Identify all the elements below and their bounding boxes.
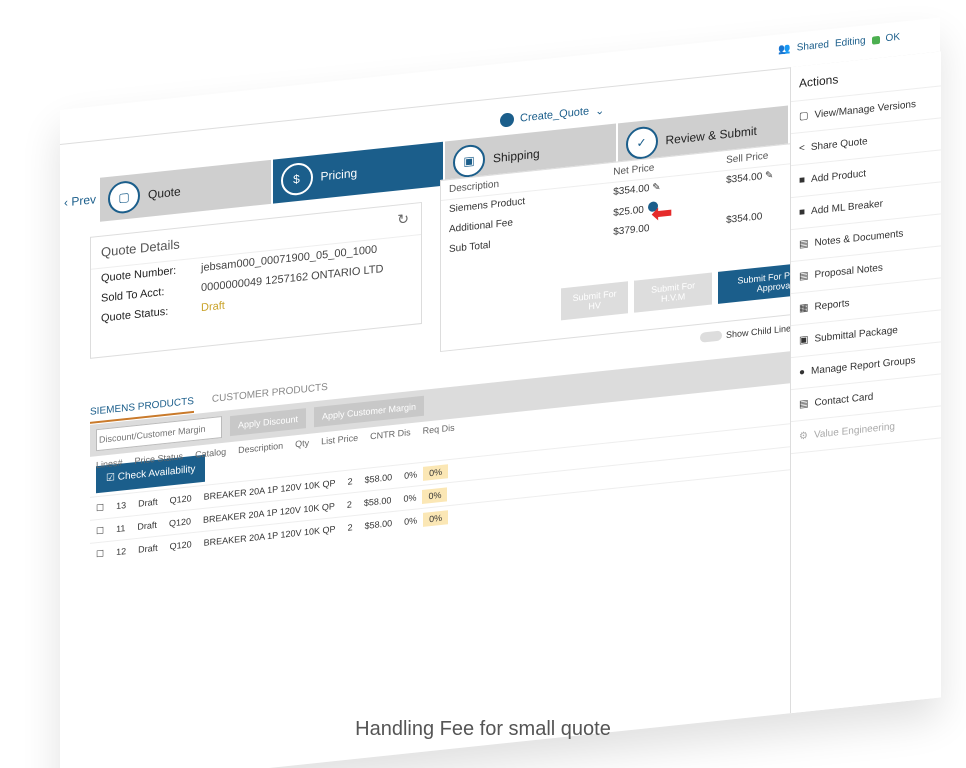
status-badge: OK xyxy=(885,31,900,45)
toggle-icon xyxy=(700,330,722,343)
col-qty: Qty xyxy=(295,437,310,450)
refresh-icon[interactable]: ↻ xyxy=(397,210,409,228)
req-dis[interactable]: 0% xyxy=(422,487,448,504)
price-status: Draft xyxy=(138,542,158,555)
notes-icon: ▤ xyxy=(799,270,809,283)
req-dis[interactable]: 0% xyxy=(423,510,449,527)
chevron-left-icon: ‹ xyxy=(64,195,68,210)
cntr-dis: 0% xyxy=(404,469,418,481)
prev-button[interactable]: ‹ Prev xyxy=(64,192,96,209)
col-cntr-dis: CNTR Dis xyxy=(370,427,411,442)
col-req-dis: Req Dis xyxy=(422,422,455,436)
row-checkbox[interactable]: ☐ xyxy=(90,545,110,562)
chevron-down-icon: ⌄ xyxy=(595,104,605,118)
qty: 2 xyxy=(347,522,353,533)
catalog: Q120 xyxy=(168,516,191,529)
edit-icon[interactable]: ✎ xyxy=(652,182,660,194)
apply-discount-button[interactable]: Apply Discount xyxy=(230,408,307,437)
add-icon: ■ xyxy=(799,174,806,187)
cntr-dis: 0% xyxy=(404,515,418,527)
step-label: Pricing xyxy=(320,165,358,184)
document-icon: ▢ xyxy=(799,110,809,123)
mode-label: Shared xyxy=(796,39,829,54)
edit-icon[interactable]: ✎ xyxy=(765,170,773,182)
red-arrow-icon: ⬅ xyxy=(651,196,673,229)
line-number: 12 xyxy=(116,546,127,558)
gear-icon: ⚙ xyxy=(799,430,808,443)
quote-icon xyxy=(500,112,514,128)
col-list-price: List Price xyxy=(321,432,359,447)
req-dis[interactable]: 0% xyxy=(423,464,449,481)
actions-panel: Actions ▢ View/Manage Versions < Share Quo… xyxy=(790,51,941,714)
caption: Handling Fee for small quote xyxy=(355,718,611,740)
price-status: Draft xyxy=(137,519,157,532)
check-icon: ✓ xyxy=(625,125,658,161)
status-dot xyxy=(871,35,880,45)
reports-icon: ▦ xyxy=(799,302,809,315)
step-label: Quote xyxy=(148,184,181,202)
step-label: Shipping xyxy=(493,146,540,166)
list-price: $58.00 xyxy=(363,495,392,509)
submit-hv-button[interactable]: Submit For HV xyxy=(561,281,629,321)
group-icon: ● xyxy=(799,366,806,379)
qty: 2 xyxy=(346,499,352,510)
qty: 2 xyxy=(347,476,353,487)
quote-title-text: Create_Quote xyxy=(520,105,590,125)
col-description: Description xyxy=(238,440,284,456)
share-icon: < xyxy=(799,142,805,155)
dollar-icon: $ xyxy=(280,161,313,197)
price-status: Draft xyxy=(138,496,158,509)
list-price: $58.00 xyxy=(364,518,393,531)
line-number: 13 xyxy=(116,500,127,512)
col-catalog: Catalog xyxy=(195,446,227,460)
editing-label: Editing xyxy=(834,35,866,50)
step-pricing[interactable]: $ Pricing xyxy=(272,141,443,204)
box-icon: ▣ xyxy=(453,143,485,179)
app-window: 👥 Shared Editing OK Create_Quote ⌄ ‹ Pre… xyxy=(60,17,941,768)
prev-label: Prev xyxy=(71,192,97,209)
status-badge: Draft xyxy=(201,299,225,315)
package-icon: ▣ xyxy=(799,334,809,347)
document-icon: ▢ xyxy=(108,179,140,215)
mode-indicator: 👥 Shared Editing OK xyxy=(778,32,900,56)
list-price: $58.00 xyxy=(364,472,393,485)
users-icon: 👥 xyxy=(778,43,791,56)
submit-hvm-button[interactable]: Submit For H.V.M xyxy=(634,272,712,313)
show-child-lines-label: Show Child Lines xyxy=(726,322,796,341)
step-quote[interactable]: ▢ Quote xyxy=(100,159,271,222)
cntr-dis: 0% xyxy=(403,492,417,504)
catalog: Q120 xyxy=(169,493,192,506)
contact-icon: ▤ xyxy=(799,398,809,411)
col-lines: Lines# xyxy=(96,457,123,471)
notes-icon: ▤ xyxy=(799,238,809,251)
quote-details-card: Quote Details ↻ Quote Number: jebsam000_… xyxy=(90,201,422,359)
step-label: Review & Submit xyxy=(665,123,757,148)
show-child-lines-toggle[interactable]: Show Child Lines xyxy=(700,323,796,343)
screenshot-stage: 👥 Shared Editing OK Create_Quote ⌄ ‹ Pre… xyxy=(0,0,966,768)
quote-title[interactable]: Create_Quote ⌄ xyxy=(500,103,604,128)
row-checkbox[interactable]: ☐ xyxy=(90,499,110,516)
col-price-status: Price Status xyxy=(134,451,184,467)
line-number: 11 xyxy=(116,523,126,535)
catalog: Q120 xyxy=(169,539,192,552)
add-icon: ■ xyxy=(799,206,806,219)
row-checkbox[interactable]: ☐ xyxy=(90,522,110,539)
